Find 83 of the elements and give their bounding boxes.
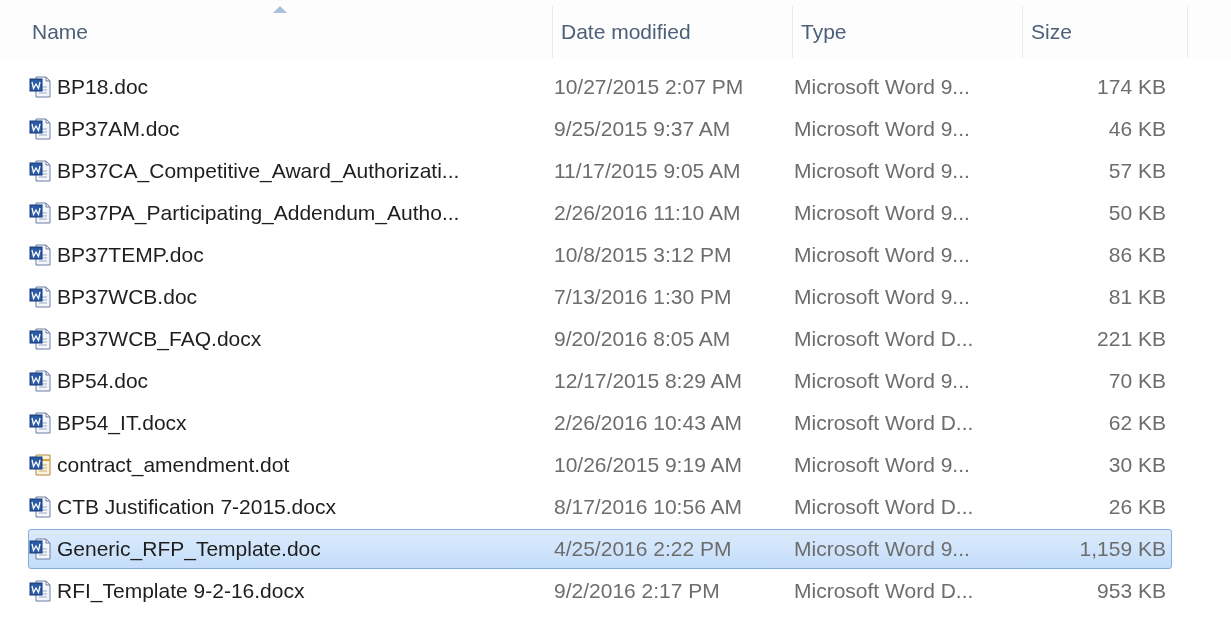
file-name: BP37PA_Participating_Addendum_Autho...	[57, 201, 460, 225]
word-document-icon	[29, 369, 51, 393]
file-size: 70 KB	[1108, 369, 1166, 393]
file-name: BP37WCB.doc	[57, 285, 198, 309]
word-document-icon	[29, 159, 51, 183]
file-row[interactable]: BP37WCB.doc 7/13/2016 1:30 PM Microsoft Word 9... 81 KB	[28, 277, 1172, 317]
word-document-icon	[29, 327, 51, 351]
date-modified: 9/20/2016 8:05 AM	[554, 327, 731, 351]
word-document-icon	[29, 411, 51, 435]
date-modified: 9/2/2016 2:17 PM	[554, 579, 720, 603]
file-row[interactable]: Generic_RFP_Template.doc 4/25/2016 2:22 PM Microsoft Word 9... 1,159 KB	[28, 529, 1172, 569]
date-modified: 2/26/2016 11:10 AM	[554, 201, 741, 225]
file-size: 221 KB	[1097, 327, 1166, 351]
file-size: 26 KB	[1108, 495, 1166, 519]
date-modified: 4/25/2016 2:22 PM	[554, 537, 732, 561]
file-row[interactable]: BP54.doc 12/17/2015 8:29 AM Microsoft Word 9... 70 KB	[28, 361, 1172, 401]
date-modified: 11/17/2015 9:05 AM	[554, 159, 741, 183]
date-modified: 10/27/2015 2:07 PM	[554, 75, 744, 99]
date-modified: 10/26/2015 9:19 AM	[554, 453, 742, 477]
file-size: 62 KB	[1108, 411, 1166, 435]
word-document-icon	[29, 75, 51, 99]
file-row[interactable]: RFI_Template 9-2-16.docx 9/2/2016 2:17 PM Microsoft Word D... 953 KB	[28, 571, 1172, 611]
file-name: BP37AM.doc	[57, 117, 180, 141]
file-name: Generic_RFP_Template.doc	[57, 537, 321, 561]
file-name: BP37WCB_FAQ.docx	[57, 327, 262, 351]
word-document-icon	[29, 201, 51, 225]
file-size: 50 KB	[1108, 201, 1166, 225]
file-size: 46 KB	[1108, 117, 1166, 141]
file-name: contract_amendment.dot	[57, 453, 290, 477]
file-type: Microsoft Word D...	[794, 579, 974, 603]
file-type: Microsoft Word 9...	[794, 117, 970, 141]
file-name: CTB Justification 7-2015.docx	[57, 495, 336, 519]
sort-arrow-icon	[273, 6, 287, 13]
date-modified: 8/17/2016 10:56 AM	[554, 495, 742, 519]
file-type: Microsoft Word 9...	[794, 369, 970, 393]
file-row[interactable]: BP37WCB_FAQ.docx 9/20/2016 8:05 AM Microsoft Word D... 221 KB	[28, 319, 1172, 359]
file-size: 1,159 KB	[1079, 537, 1166, 561]
date-modified: 12/17/2015 8:29 AM	[554, 369, 742, 393]
file-row[interactable]: BP37PA_Participating_Addendum_Autho... 2/26/2016 11:10 AM Microsoft Word 9... 50 KB	[28, 193, 1172, 233]
file-name: BP18.doc	[57, 75, 149, 99]
file-type: Microsoft Word 9...	[794, 159, 970, 183]
date-modified: 2/26/2016 10:43 AM	[554, 411, 742, 435]
column-header[interactable]: Name	[8, 6, 553, 58]
column-header[interactable]: Size	[1023, 6, 1188, 58]
file-name: BP37TEMP.doc	[57, 243, 204, 267]
file-type: Microsoft Word 9...	[794, 75, 970, 99]
word-document-icon	[29, 495, 51, 519]
file-type: Microsoft Word 9...	[794, 537, 970, 561]
file-type: Microsoft Word 9...	[794, 243, 970, 267]
word-document-icon	[29, 243, 51, 267]
date-modified: 10/8/2015 3:12 PM	[554, 243, 732, 267]
file-name: BP54.doc	[57, 369, 149, 393]
file-type: Microsoft Word D...	[794, 327, 974, 351]
word-document-icon	[29, 117, 51, 141]
file-size: 174 KB	[1097, 75, 1166, 99]
file-row[interactable]: BP37TEMP.doc 10/8/2015 3:12 PM Microsoft Word 9... 86 KB	[28, 235, 1172, 275]
file-type: Microsoft Word D...	[794, 495, 974, 519]
word-document-icon	[29, 285, 51, 309]
column-header[interactable]: Date modified	[553, 6, 793, 58]
word-template-icon	[29, 453, 51, 477]
file-size: 57 KB	[1108, 159, 1166, 183]
file-size: 81 KB	[1108, 285, 1166, 309]
file-row[interactable]: BP37CA_Competitive_Award_Authorizati... 11/17/2015 9:05 AM Microsoft Word 9... 57 KB	[28, 151, 1172, 191]
file-type: Microsoft Word 9...	[794, 453, 970, 477]
file-row[interactable]: contract_amendment.dot 10/26/2015 9:19 AM Microsoft Word 9... 30 KB	[28, 445, 1172, 485]
file-row[interactable]: BP18.doc 10/27/2015 2:07 PM Microsoft Word 9... 174 KB	[28, 67, 1172, 107]
file-row[interactable]: CTB Justification 7-2015.docx 8/17/2016 10:56 AM Microsoft Word D... 26 KB	[28, 487, 1172, 527]
file-name: BP54_IT.docx	[57, 411, 187, 435]
file-size: 30 KB	[1108, 453, 1166, 477]
file-row[interactable]: BP37AM.doc 9/25/2015 9:37 AM Microsoft Word 9... 46 KB	[28, 109, 1172, 149]
file-type: Microsoft Word 9...	[794, 201, 970, 225]
file-type: Microsoft Word 9...	[794, 285, 970, 309]
word-document-icon	[29, 579, 51, 603]
date-modified: 9/25/2015 9:37 AM	[554, 117, 731, 141]
date-modified: 7/13/2016 1:30 PM	[554, 285, 732, 309]
word-document-icon	[29, 537, 51, 561]
file-name: BP37CA_Competitive_Award_Authorizati...	[57, 159, 460, 183]
file-size: 86 KB	[1108, 243, 1166, 267]
column-header[interactable]: Type	[793, 6, 1023, 58]
file-name: RFI_Template 9-2-16.docx	[57, 579, 305, 603]
file-row[interactable]: BP54_IT.docx 2/26/2016 10:43 AM Microsoft Word D... 62 KB	[28, 403, 1172, 443]
file-type: Microsoft Word D...	[794, 411, 974, 435]
file-size: 953 KB	[1097, 579, 1166, 603]
